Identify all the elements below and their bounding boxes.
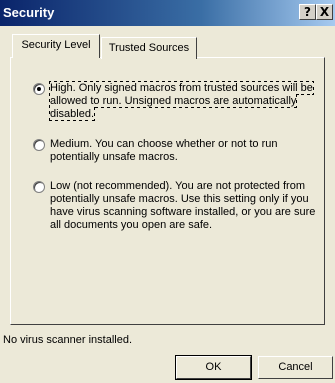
help-button[interactable]: ? xyxy=(299,4,316,20)
tab-security-level[interactable]: Security Level xyxy=(12,34,100,58)
tab-label: Trusted Sources xyxy=(108,42,190,54)
title-bar: Security ? X xyxy=(0,0,335,26)
radio-button-low[interactable] xyxy=(33,181,45,193)
tab-label: Security Level xyxy=(21,39,91,51)
help-icon: ? xyxy=(304,5,311,19)
radio-option-medium[interactable]: Medium. You can choose whether or not to… xyxy=(33,138,323,164)
radio-option-low[interactable]: Low (not recommended). You are not prote… xyxy=(33,180,323,232)
radio-button-high[interactable] xyxy=(33,83,45,95)
ok-button[interactable]: OK xyxy=(175,355,252,380)
radio-selected-dot xyxy=(37,87,41,91)
virus-scanner-status: No virus scanner installed. xyxy=(3,334,133,346)
option-medium-label: Medium. You can choose whether or not to… xyxy=(50,138,278,163)
option-low-label: Low (not recommended). You are not prote… xyxy=(50,180,316,231)
radio-button-medium[interactable] xyxy=(33,139,45,151)
close-button[interactable]: X xyxy=(316,4,333,20)
radio-option-high[interactable]: High. Only signed macros from trusted so… xyxy=(33,81,323,121)
option-high-label: High. Only signed macros from trusted so… xyxy=(49,81,314,121)
tab-trusted-sources[interactable]: Trusted Sources xyxy=(101,37,197,59)
cancel-button[interactable]: Cancel xyxy=(258,356,333,379)
close-icon: X xyxy=(319,5,330,19)
security-level-panel: High. Only signed macros from trusted so… xyxy=(10,57,325,325)
window-title: Security xyxy=(3,5,55,20)
